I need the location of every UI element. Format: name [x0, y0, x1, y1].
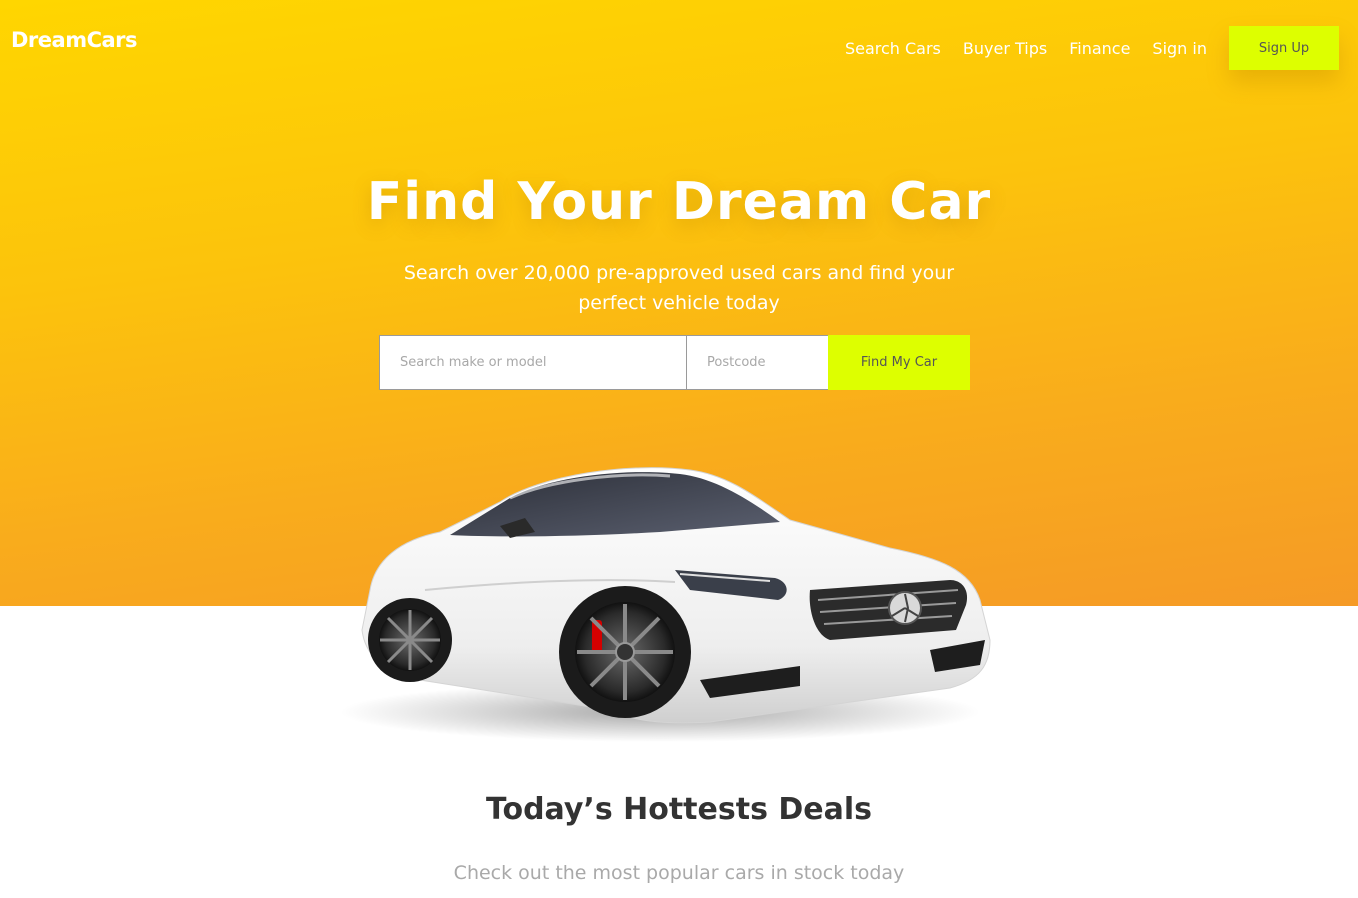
car-search-form: Find My Car [379, 335, 970, 390]
make-model-search-input[interactable] [379, 335, 686, 390]
postcode-input[interactable] [686, 335, 828, 390]
nav-finance[interactable]: Finance [1069, 39, 1130, 58]
white-sports-coupe-image [330, 440, 1030, 750]
deals-subtitle: Check out the most popular cars in stock… [453, 862, 905, 884]
nav-search-cars[interactable]: Search Cars [845, 39, 941, 58]
find-my-car-button[interactable]: Find My Car [828, 335, 970, 390]
hero-title: Find Your Dream Car [366, 172, 992, 232]
sign-up-button[interactable]: Sign Up [1229, 26, 1339, 70]
deals-title: Today’s Hottests Deals [485, 792, 872, 827]
nav-sign-in[interactable]: Sign in [1152, 39, 1207, 58]
main-nav: Search Cars Buyer Tips Finance Sign in S… [845, 26, 1339, 70]
nav-buyer-tips[interactable]: Buyer Tips [963, 39, 1047, 58]
brand-logo[interactable]: DreamCars [11, 28, 138, 52]
hero-subtitle: Search over 20,000 pre-approved used car… [403, 262, 955, 314]
